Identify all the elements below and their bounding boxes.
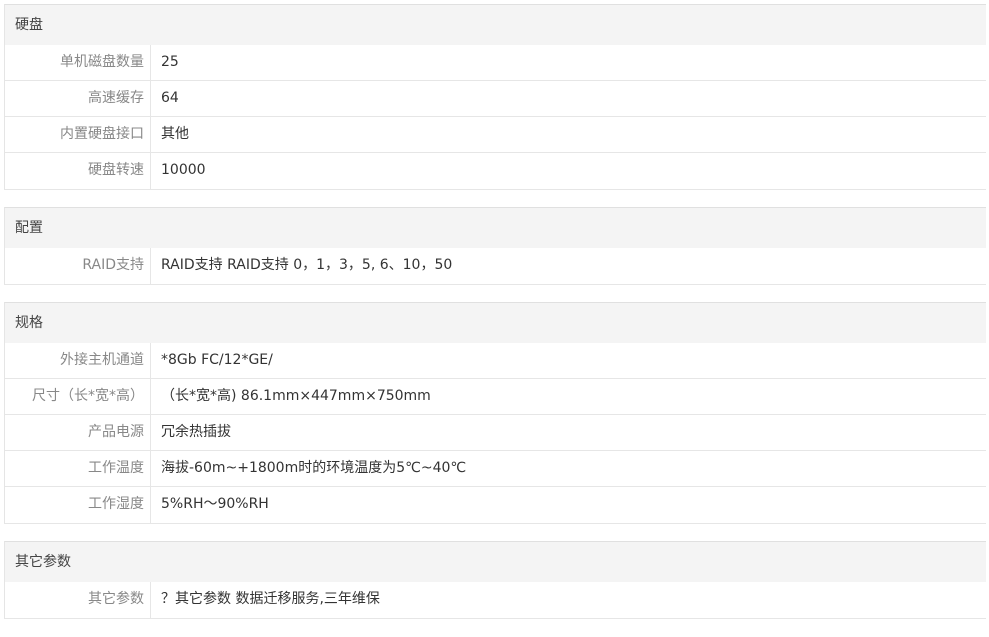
spec-label: 单机磁盘数量 [5, 45, 151, 80]
spec-label: 工作湿度 [5, 487, 151, 523]
spec-row: 工作温度 海拔-60m~+1800m时的环境温度为5℃~40℃ [5, 451, 986, 487]
spec-row: 硬盘转速 10000 [5, 153, 986, 189]
spec-row: 单机磁盘数量 25 [5, 45, 986, 81]
spec-label: 硬盘转速 [5, 153, 151, 189]
spec-page: 硬盘 单机磁盘数量 25 高速缓存 64 内置硬盘接口 其他 硬盘转速 1000… [0, 0, 989, 637]
spec-value: *8Gb FC/12*GE/ [161, 352, 273, 368]
spec-label: 外接主机通道 [5, 343, 151, 378]
spec-value: 其他 [161, 126, 189, 142]
spec-row: 工作湿度 5%RH～90%RH [5, 487, 986, 523]
section-disk: 硬盘 单机磁盘数量 25 高速缓存 64 内置硬盘接口 其他 硬盘转速 1000… [4, 4, 986, 190]
spec-value: 64 [161, 90, 179, 106]
spec-value: 25 [161, 54, 179, 70]
section-title: 配置 [5, 208, 986, 248]
spec-value: 5%RH～90%RH [161, 496, 269, 512]
spec-value: 海拔-60m~+1800m时的环境温度为5℃~40℃ [161, 460, 467, 476]
spec-value: ？其它参数 数据迁移服务,三年维保 [161, 591, 380, 607]
spec-row: 高速缓存 64 [5, 81, 986, 117]
spec-row: RAID支持 RAID支持 RAID支持 0，1，3，5, 6、10，50 [5, 248, 986, 284]
spec-label: 内置硬盘接口 [5, 117, 151, 152]
spec-label: RAID支持 [5, 248, 151, 284]
section-title: 硬盘 [5, 5, 986, 45]
spec-label: 尺寸（长*宽*高） [5, 379, 151, 414]
spec-label: 工作温度 [5, 451, 151, 486]
spec-value: 冗余热插拔 [161, 424, 231, 440]
section-title: 其它参数 [5, 542, 986, 582]
section-other: 其它参数 其它参数 ？其它参数 数据迁移服务,三年维保 [4, 541, 986, 619]
spec-value: RAID支持 RAID支持 0，1，3，5, 6、10，50 [161, 257, 453, 273]
spec-row: 尺寸（长*宽*高） （长*宽*高) 86.1mm×447mm×750mm [5, 379, 986, 415]
spec-row: 内置硬盘接口 其他 [5, 117, 986, 153]
section-config: 配置 RAID支持 RAID支持 RAID支持 0，1，3，5, 6、10，50 [4, 207, 986, 285]
spec-value: 10000 [161, 162, 206, 178]
spec-value: （长*宽*高) 86.1mm×447mm×750mm [161, 388, 431, 404]
spec-label: 高速缓存 [5, 81, 151, 116]
spec-row: 其它参数 ？其它参数 数据迁移服务,三年维保 [5, 582, 986, 618]
spec-label: 产品电源 [5, 415, 151, 450]
spec-row: 外接主机通道 *8Gb FC/12*GE/ [5, 343, 986, 379]
spec-row: 产品电源 冗余热插拔 [5, 415, 986, 451]
spec-label: 其它参数 [5, 582, 151, 618]
section-spec: 规格 外接主机通道 *8Gb FC/12*GE/ 尺寸（长*宽*高） （长*宽*… [4, 302, 986, 524]
section-title: 规格 [5, 303, 986, 343]
